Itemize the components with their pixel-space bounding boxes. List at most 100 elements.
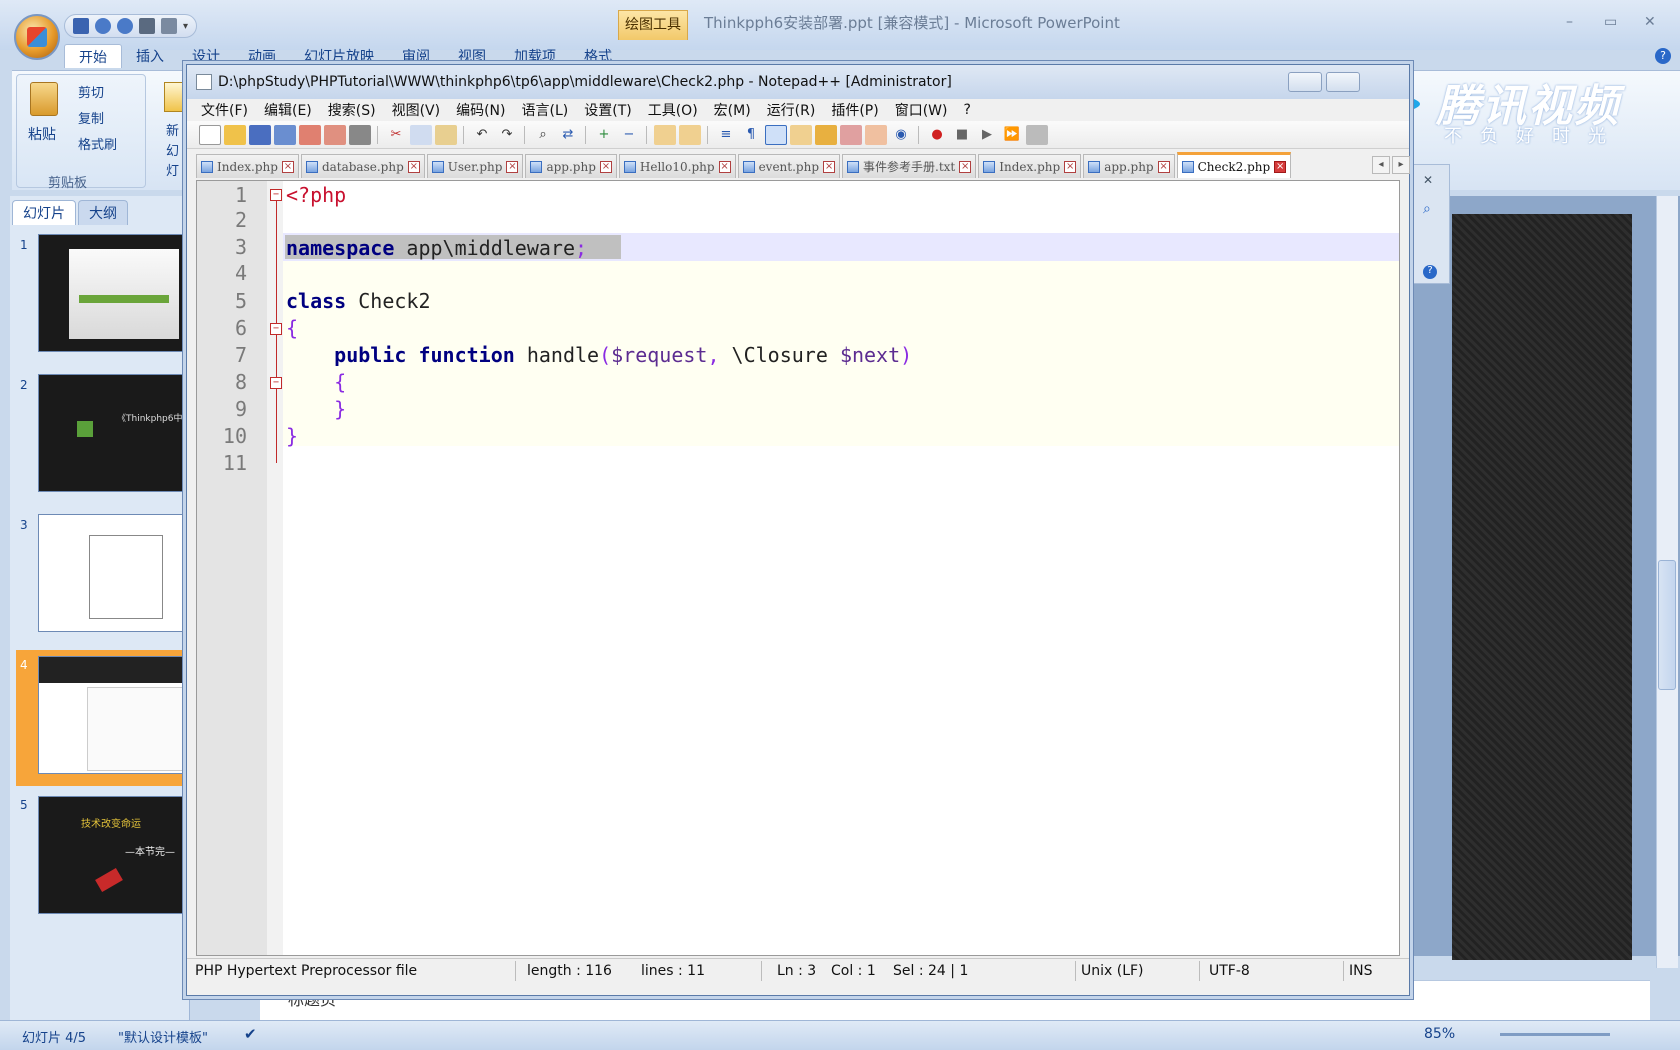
replace-icon[interactable]: ⇄ <box>557 125 579 145</box>
close-tab-icon[interactable]: × <box>281 160 294 173</box>
file-tab[interactable]: database.php × <box>300 154 425 178</box>
tab-scroll-right-icon[interactable]: ▸ <box>1392 156 1410 174</box>
new-slide-button[interactable]: 新幻灯 <box>166 122 186 182</box>
help-icon[interactable]: ? <box>1423 265 1437 279</box>
menu-edit[interactable]: 编辑(E) <box>264 100 312 120</box>
file-tab[interactable]: event.php × <box>737 154 841 178</box>
file-tab[interactable]: Index.php × <box>196 154 299 178</box>
spellcheck-icon[interactable]: ✔ <box>244 1025 257 1043</box>
slide-thumbnail-3[interactable] <box>38 514 186 632</box>
zoom-level[interactable]: 85% <box>1424 1026 1455 1042</box>
user-language-icon[interactable] <box>790 124 812 145</box>
file-tab[interactable]: Hello10.php × <box>618 154 736 178</box>
new-slide-icon[interactable] <box>164 82 188 112</box>
menu-macro[interactable]: 宏(M) <box>714 100 751 120</box>
menu-encoding[interactable]: 编码(N) <box>456 100 505 120</box>
tab-scroll-left-icon[interactable]: ◂ <box>1372 156 1390 174</box>
file-tab[interactable]: app.php × <box>525 154 617 178</box>
show-all-chars-icon[interactable]: ¶ <box>740 125 762 145</box>
slide-thumbnail-2[interactable]: 《Thinkphp6中间件 <box>38 374 186 492</box>
sync-vertical-icon[interactable] <box>654 124 676 145</box>
customize-toolbar-icon[interactable]: ▾ <box>183 21 188 32</box>
menu-plugins[interactable]: 插件(P) <box>831 100 878 120</box>
close-tab-icon[interactable]: × <box>506 160 519 173</box>
menu-file[interactable]: 文件(F) <box>201 100 248 120</box>
menu-search[interactable]: 搜索(S) <box>328 100 376 120</box>
new-file-icon[interactable] <box>199 124 221 145</box>
current-slide[interactable] <box>1452 214 1632 960</box>
help-icon[interactable]: ? <box>1655 48 1671 64</box>
tab-home[interactable]: 开始 <box>64 44 122 68</box>
zoom-in-icon[interactable]: + <box>593 125 615 145</box>
close-icon[interactable]: ✕ <box>1644 14 1656 30</box>
save-macro-icon[interactable] <box>1026 124 1048 145</box>
menu-tools[interactable]: 工具(O) <box>648 100 698 120</box>
word-wrap-icon[interactable]: ≡ <box>715 125 737 145</box>
menu-settings[interactable]: 设置(T) <box>584 100 631 120</box>
file-tab[interactable]: 事件参考手册.txt × <box>842 154 977 178</box>
file-tab-active[interactable]: Check2.php × <box>1176 152 1292 178</box>
paste-icon[interactable] <box>435 124 457 145</box>
record-macro-icon[interactable]: ● <box>926 125 948 145</box>
run-macro-multiple-icon[interactable]: ⏩ <box>1001 125 1023 145</box>
close-tab-icon[interactable]: × <box>407 160 420 173</box>
close-tab-icon[interactable]: × <box>599 160 612 173</box>
cut-icon[interactable]: ✂ <box>385 125 407 145</box>
open-file-icon[interactable] <box>224 124 246 145</box>
paste-icon[interactable] <box>30 82 58 116</box>
redo-icon[interactable]: ↷ <box>496 125 518 145</box>
slide-thumbnail-5[interactable]: 技术改变命运 —本节完— <box>38 796 186 914</box>
notepad-maximize-button[interactable] <box>1326 72 1360 92</box>
notepad-minimize-button[interactable] <box>1288 72 1322 92</box>
cut-button[interactable]: 剪切 <box>78 82 104 101</box>
paste-button[interactable]: 粘贴 <box>28 124 56 144</box>
panel-close-icon[interactable]: ✕ <box>1423 173 1433 187</box>
fold-marker-icon[interactable]: − <box>270 189 282 201</box>
search-icon[interactable]: ⌕ <box>1423 201 1431 217</box>
menu-window[interactable]: 窗口(W) <box>895 100 948 120</box>
doc-map-icon[interactable] <box>815 124 837 145</box>
file-tab[interactable]: Index.php × <box>978 154 1082 178</box>
close-tab-icon[interactable]: × <box>823 160 836 173</box>
menu-view[interactable]: 视图(V) <box>392 100 441 120</box>
undo-icon[interactable] <box>95 18 111 34</box>
print-preview-icon[interactable] <box>161 18 177 34</box>
save-icon[interactable] <box>73 18 89 34</box>
print-icon[interactable] <box>349 124 371 145</box>
scrollbar-thumb[interactable] <box>1658 560 1676 690</box>
fold-marker-icon[interactable]: − <box>270 377 282 389</box>
save-all-icon[interactable] <box>274 124 296 145</box>
close-file-icon[interactable] <box>299 124 321 145</box>
zoom-out-icon[interactable]: − <box>618 125 640 145</box>
drawing-tools-tab[interactable]: 绘图工具 <box>618 10 688 40</box>
format-painter-button[interactable]: 格式刷 <box>78 134 117 153</box>
tab-slides[interactable]: 幻灯片 <box>12 200 76 225</box>
folder-workspace-icon[interactable] <box>865 124 887 145</box>
close-tab-icon[interactable]: × <box>1064 160 1077 173</box>
close-all-icon[interactable] <box>324 124 346 145</box>
zoom-slider[interactable] <box>1500 1033 1610 1036</box>
print-icon[interactable] <box>139 18 155 34</box>
sync-horizontal-icon[interactable] <box>679 124 701 145</box>
tab-outline[interactable]: 大纲 <box>78 200 128 225</box>
menu-run[interactable]: 运行(R) <box>767 100 816 120</box>
play-macro-icon[interactable]: ▶ <box>976 125 998 145</box>
slide-thumbnail-4[interactable] <box>38 656 186 774</box>
monitoring-icon[interactable]: ◉ <box>890 125 912 145</box>
slide-thumbnail-1[interactable] <box>38 234 186 352</box>
save-icon[interactable] <box>249 124 271 145</box>
menu-help[interactable]: ? <box>964 102 971 118</box>
office-button[interactable] <box>14 14 60 60</box>
tab-insert[interactable]: 插入 <box>122 44 178 68</box>
undo-icon[interactable]: ↶ <box>471 125 493 145</box>
file-tab[interactable]: User.php × <box>426 154 524 178</box>
redo-icon[interactable] <box>117 18 133 34</box>
file-tab[interactable]: app.php × <box>1083 154 1175 178</box>
close-tab-icon[interactable]: × <box>959 160 972 173</box>
find-icon[interactable]: ⌕ <box>532 125 554 145</box>
fold-marker-icon[interactable]: − <box>270 323 282 335</box>
close-tab-icon[interactable]: × <box>1157 160 1170 173</box>
stop-macro-icon[interactable]: ■ <box>951 125 973 145</box>
close-tab-icon[interactable]: × <box>1274 160 1287 173</box>
minimize-icon[interactable]: – <box>1566 14 1573 30</box>
